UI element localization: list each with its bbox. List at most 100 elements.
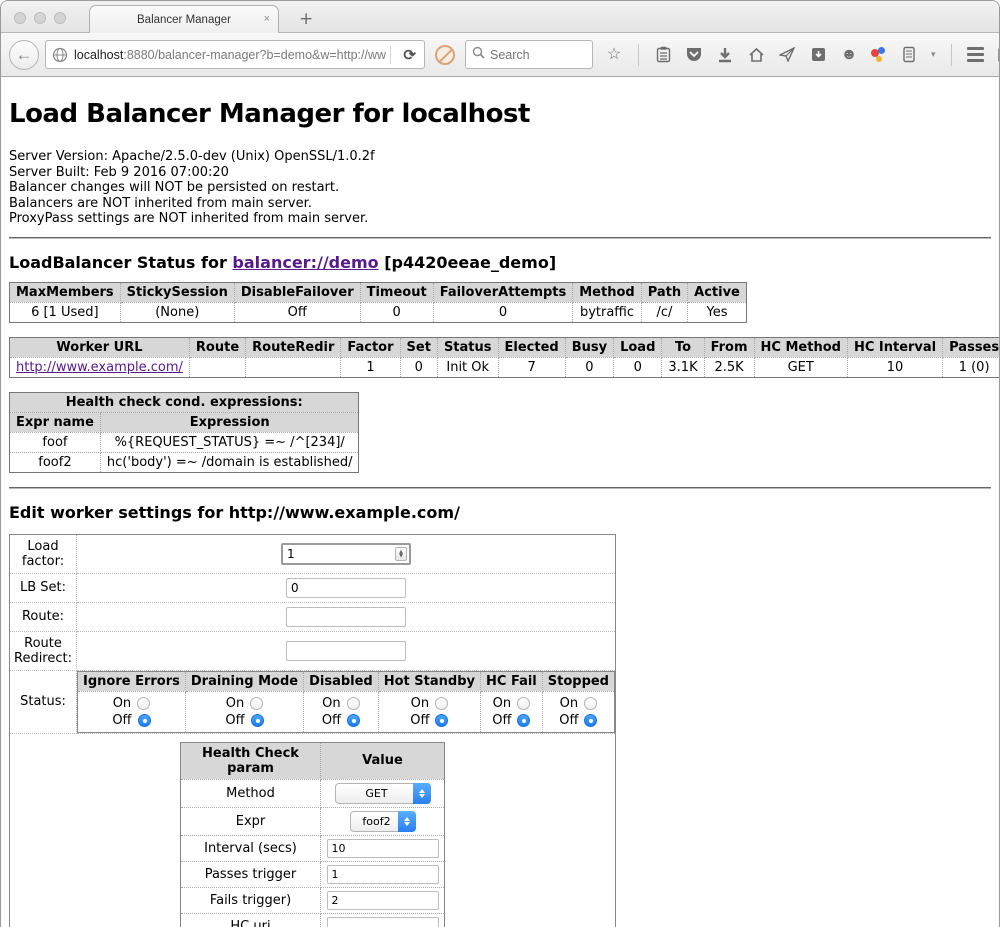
- lb-set-row: LB Set:: [10, 573, 616, 602]
- radio-hot-standby-on[interactable]: [435, 697, 448, 710]
- divider: [9, 487, 991, 489]
- table-row: 6 [1 Used] (None) Off 0 0 bytraffic /c/ …: [10, 302, 747, 322]
- table-header-row: Health Check param Value: [181, 742, 445, 779]
- search-input[interactable]: [490, 48, 576, 62]
- passes-row: Passes trigger: [181, 861, 445, 887]
- hc-uri-input[interactable]: [327, 917, 439, 927]
- expr-row: Expr foof2: [181, 807, 445, 835]
- balancer-demo-link[interactable]: balancer://demo: [232, 253, 378, 272]
- balancer-status-table: MaxMembers StickySession DisableFailover…: [9, 282, 747, 323]
- navigation-toolbar: ← localhost:8880/balancer-manager?b=demo…: [1, 33, 999, 77]
- table-header-row: Worker URL Route RouteRedir Factor Set S…: [10, 337, 1000, 357]
- content-block-icon[interactable]: [435, 45, 455, 65]
- hc-uri-row: HC uri: [181, 913, 445, 927]
- url-bar[interactable]: localhost:8880/balancer-manager?b=demo&w…: [45, 40, 425, 69]
- load-factor-row: Load factor: ▲▼: [10, 534, 616, 573]
- search-bar[interactable]: [465, 40, 593, 69]
- reload-icon[interactable]: ⟳: [395, 46, 424, 64]
- route-redirect-input[interactable]: [286, 641, 406, 661]
- select-stepper-icon: [398, 811, 416, 832]
- method-row: Method GET: [181, 779, 445, 807]
- minimize-window-button[interactable]: [34, 12, 46, 24]
- route-input[interactable]: [286, 607, 406, 627]
- hc-uri-label: HC uri: [181, 913, 321, 927]
- table-row: foof2 hc('body') =~ /domain is establish…: [10, 452, 359, 472]
- health-check-expr-table: Health check cond. expressions: Expr nam…: [9, 392, 359, 473]
- status-cell-hot-standby: On Off: [378, 691, 480, 732]
- tab-bar: Balancer Manager × +: [1, 1, 999, 33]
- smiley-icon[interactable]: ☻: [840, 46, 858, 64]
- radio-draining-mode-off[interactable]: [251, 714, 264, 727]
- passes-label: Passes trigger: [181, 861, 321, 887]
- radio-ignore-errors-on[interactable]: [137, 697, 150, 710]
- tab-close-icon[interactable]: ×: [264, 13, 270, 25]
- status-cell-ignore-errors: On Off: [78, 691, 186, 732]
- table-header-row: MaxMembers StickySession DisableFailover…: [10, 282, 747, 302]
- new-tab-button[interactable]: +: [291, 9, 321, 29]
- divider: [9, 237, 991, 239]
- colored-dots-icon[interactable]: [871, 47, 887, 63]
- radio-hot-standby-off[interactable]: [435, 714, 448, 727]
- clipboard-icon[interactable]: [654, 46, 672, 64]
- lb-set-label: LB Set:: [10, 573, 77, 602]
- back-button[interactable]: ←: [9, 40, 39, 70]
- fails-label: Fails trigger): [181, 887, 321, 913]
- server-built-line: Server Built: Feb 9 2016 07:00:20: [9, 165, 991, 181]
- chevron-down-icon[interactable]: ▾: [931, 49, 936, 60]
- worker-status-table: Worker URL Route RouteRedir Factor Set S…: [9, 337, 1000, 378]
- window-controls: [14, 12, 66, 24]
- status-label: Status:: [10, 670, 77, 733]
- save-panel-icon[interactable]: [809, 46, 827, 64]
- page-content: Load Balancer Manager for localhost Serv…: [1, 77, 999, 927]
- number-spinner-icon[interactable]: ▲▼: [395, 547, 407, 561]
- browser-tab[interactable]: Balancer Manager ×: [89, 5, 279, 33]
- route-row: Route:: [10, 602, 616, 631]
- route-redirect-row: Route Redirect:: [10, 631, 616, 670]
- zoom-window-button[interactable]: [54, 12, 66, 24]
- edit-worker-form: Load factor: ▲▼ LB Set: Route: Route Red…: [9, 534, 616, 927]
- radio-draining-mode-on[interactable]: [250, 697, 263, 710]
- status-cell-stopped: On Off: [542, 691, 614, 732]
- passes-input[interactable]: [327, 865, 439, 884]
- select-stepper-icon: [413, 783, 431, 804]
- send-icon[interactable]: [778, 46, 796, 64]
- fails-input[interactable]: [327, 891, 439, 910]
- radio-stopped-on[interactable]: [584, 697, 597, 710]
- health-check-param-table: Health Check param Value Method GET Expr: [180, 742, 445, 927]
- load-factor-input[interactable]: [281, 543, 411, 565]
- radio-disabled-off[interactable]: [347, 714, 360, 727]
- radio-row: On Off On Off On Off: [78, 691, 615, 732]
- home-icon[interactable]: [747, 46, 765, 64]
- radio-hc-fail-off[interactable]: [517, 714, 530, 727]
- interval-input[interactable]: [327, 839, 439, 858]
- server-version-line: Server Version: Apache/2.5.0-dev (Unix) …: [9, 149, 991, 165]
- worker-url-link[interactable]: http://www.example.com/: [16, 360, 183, 375]
- route-label: Route:: [10, 602, 77, 631]
- radio-stopped-off[interactable]: [584, 714, 597, 727]
- browser-window: Balancer Manager × + ← localhost:8880/ba…: [0, 0, 1000, 927]
- lb-set-input[interactable]: [286, 578, 406, 598]
- radio-ignore-errors-off[interactable]: [138, 714, 151, 727]
- edit-worker-heading: Edit worker settings for http://www.exam…: [9, 503, 991, 522]
- route-redirect-label: Route Redirect:: [10, 631, 77, 670]
- extension-panel-icon[interactable]: [900, 46, 918, 64]
- status-row: Status: Ignore Errors Draining Mode Disa…: [10, 670, 616, 733]
- method-select[interactable]: GET: [335, 783, 431, 804]
- method-label: Method: [181, 779, 321, 807]
- balancer-status-heading: LoadBalancer Status for balancer://demo …: [9, 253, 991, 272]
- expr-label: Expr: [181, 807, 321, 835]
- radio-hc-fail-on[interactable]: [517, 697, 530, 710]
- expr-select[interactable]: foof2: [350, 811, 416, 832]
- toolbar-icons: ☆ ☻ ▾: [605, 44, 1000, 66]
- table-header-row: Expr name Expression: [10, 412, 359, 432]
- radio-disabled-on[interactable]: [347, 697, 360, 710]
- close-window-button[interactable]: [14, 12, 26, 24]
- download-icon[interactable]: [716, 46, 734, 64]
- menu-icon[interactable]: [967, 46, 985, 64]
- url-text[interactable]: localhost:8880/balancer-manager?b=demo&w…: [74, 48, 386, 62]
- star-icon[interactable]: ☆: [605, 46, 623, 64]
- page-title: Load Balancer Manager for localhost: [9, 99, 991, 129]
- status-radio-table: Ignore Errors Draining Mode Disabled Hot…: [77, 671, 615, 733]
- pocket-icon[interactable]: [685, 46, 703, 64]
- load-factor-label: Load factor:: [10, 534, 77, 573]
